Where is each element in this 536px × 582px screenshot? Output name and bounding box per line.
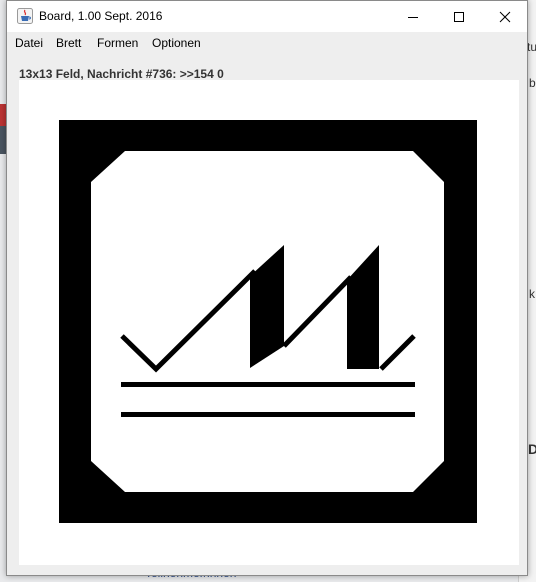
background-text-1: tu <box>527 40 536 54</box>
background-text-2: b <box>529 76 536 90</box>
maximize-icon <box>454 11 464 22</box>
title-bar[interactable]: Board, 1.00 Sept. 2016 <box>7 1 527 32</box>
window-title: Board, 1.00 Sept. 2016 <box>39 9 163 23</box>
minimize-button[interactable] <box>390 1 436 32</box>
menu-brett[interactable]: Brett <box>56 36 81 50</box>
menu-bar: Datei Brett Formen Optionen <box>7 32 527 54</box>
board-canvas[interactable] <box>19 80 519 565</box>
baseline-upper <box>121 382 415 387</box>
maximize-button[interactable] <box>436 1 482 32</box>
background-text-4: D <box>528 441 536 457</box>
menu-optionen[interactable]: Optionen <box>152 36 201 50</box>
minimize-icon <box>408 16 418 18</box>
close-icon <box>499 11 511 22</box>
close-button[interactable] <box>482 1 528 32</box>
board-drawing <box>59 120 477 523</box>
java-cup-icon <box>17 8 33 24</box>
baseline-lower <box>121 412 415 417</box>
board-window: Board, 1.00 Sept. 2016 Datei Brett Forme… <box>6 0 528 576</box>
background-text-3: k <box>529 287 535 301</box>
status-message: 13x13 Feld, Nachricht #736: >>154 0 <box>19 67 224 81</box>
menu-datei[interactable]: Datei <box>15 36 43 50</box>
menu-formen[interactable]: Formen <box>97 36 138 50</box>
